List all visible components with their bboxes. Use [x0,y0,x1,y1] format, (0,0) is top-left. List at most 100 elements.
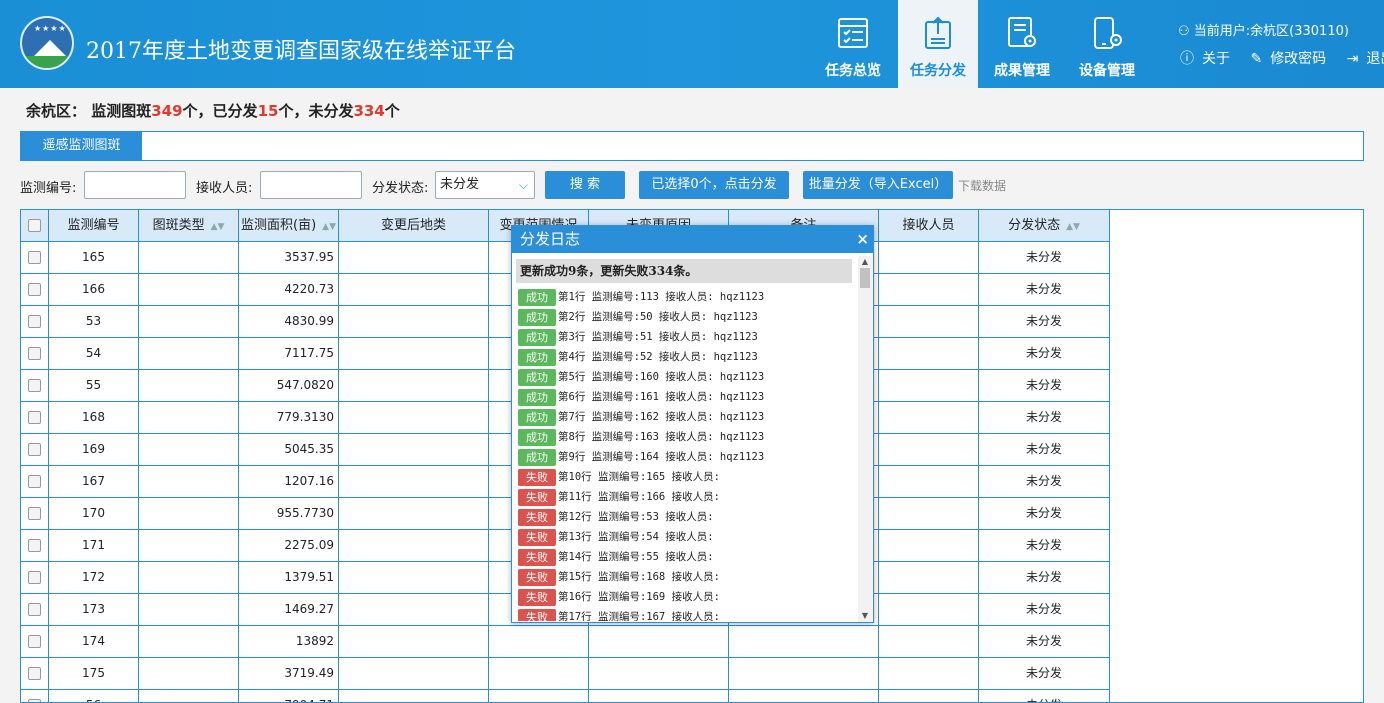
dialog-scrollbar[interactable]: ▲ ▼ [858,256,872,622]
cell-area: 7904.71 [239,690,339,702]
cell-empty [139,370,239,402]
cell-empty [339,370,489,402]
cell-empty [879,658,979,690]
dialog-header: 分发日志 × [512,226,873,253]
cell-empty [139,562,239,594]
row-checkbox[interactable] [28,603,41,616]
sort-icon: ▲▼ [322,222,336,232]
row-checkbox[interactable] [28,699,41,702]
cell-empty [729,658,879,690]
cell-empty [879,242,979,274]
log-text: 第6行 监测编号:161 接收人员: hqz1123 [558,391,765,403]
nav-label: 任务总览 [825,63,881,79]
col-patch-type[interactable]: 图斑类型 ▲▼ [139,210,239,242]
row-select-cell [21,370,49,402]
success-badge: 成功 [518,288,556,306]
result-manage-icon [1008,17,1036,47]
row-select-cell [21,338,49,370]
nav-device-manage[interactable]: 设备管理 [1067,0,1147,88]
undispatched-count: 334 [353,102,385,120]
row-checkbox[interactable] [28,507,41,520]
change-password-link[interactable]: ✎ 修改密码 [1250,51,1334,67]
receiver-input[interactable] [260,171,362,199]
search-button[interactable]: 搜 索 [545,171,625,199]
row-checkbox[interactable] [28,379,41,392]
cell-empty [139,242,239,274]
sort-icon: ▲▼ [1066,222,1080,232]
cell-monitor-no: 170 [49,498,139,530]
cell-area: 3537.95 [239,242,339,274]
scroll-up-icon[interactable]: ▲ [858,256,872,268]
cell-monitor-no: 54 [49,338,139,370]
cell-empty [339,658,489,690]
logout-link[interactable]: ⇥退出 [1347,51,1384,67]
log-item: 成功 第4行 监测编号:52 接收人员: hqz1123 [518,347,758,367]
nav-task-overview[interactable]: 任务总览 [813,0,893,88]
cell-empty [339,434,489,466]
cell-monitor-no: 175 [49,658,139,690]
cell-empty [139,658,239,690]
tab-remote-sensing[interactable]: 遥感监测图斑 [21,132,142,160]
cell-empty [879,498,979,530]
row-checkbox[interactable] [28,475,41,488]
cell-empty [879,338,979,370]
dispatch-button[interactable]: 已选择0个，点击分发 [639,171,789,199]
nav-task-distribute[interactable]: 任务分发 [898,0,978,88]
batch-dispatch-button[interactable]: 批量分发（导入Excel） [803,171,953,199]
current-user-text: 当前用户:余杭区(330110) [1193,24,1349,39]
col-receiver[interactable]: 接收人员 [879,210,979,242]
success-badge: 成功 [518,408,556,426]
col-new-landtype[interactable]: 变更后地类 [339,210,489,242]
row-checkbox[interactable] [28,251,41,264]
col-area[interactable]: 监测面积(亩) ▲▼ [239,210,339,242]
row-checkbox[interactable] [28,315,41,328]
cell-status: 未分发 [979,338,1110,370]
fail-badge: 失败 [518,568,556,586]
row-checkbox[interactable] [28,283,41,296]
monitor-no-input[interactable] [84,171,186,199]
cell-empty [729,626,879,658]
row-select-cell [21,242,49,274]
col-monitor-no[interactable]: 监测编号 [49,210,139,242]
download-data-link[interactable]: 下载数据 [958,177,1006,194]
row-checkbox[interactable] [28,411,41,424]
row-checkbox[interactable] [28,571,41,584]
log-item: 成功 第5行 监测编号:160 接收人员: hqz1123 [518,367,764,387]
cell-empty [879,370,979,402]
table-row[interactable]: 174 13892 未分发 [21,626,1110,658]
row-select-cell [21,466,49,498]
log-item: 失败 第15行 监测编号:168 接收人员: [518,567,720,587]
log-text: 第8行 监测编号:163 接收人员: hqz1123 [558,431,765,443]
select-all-checkbox[interactable] [28,219,41,232]
log-text: 第2行 监测编号:50 接收人员: hqz1123 [558,311,758,323]
cell-monitor-no: 171 [49,530,139,562]
cell-status: 未分发 [979,690,1110,702]
nav-result-manage[interactable]: 成果管理 [982,0,1062,88]
cell-empty [339,690,489,702]
logout-icon: ⇥ [1346,51,1359,67]
header-select-all[interactable] [21,210,49,242]
row-select-cell [21,530,49,562]
status-select[interactable]: 未分发 ⌵ [435,171,535,199]
row-select-cell [21,626,49,658]
row-checkbox[interactable] [28,347,41,360]
cell-empty [139,690,239,702]
row-checkbox[interactable] [28,667,41,680]
table-row[interactable]: 56 7904.71 未分发 [21,690,1110,702]
row-checkbox[interactable] [28,539,41,552]
cell-area: 547.0820 [239,370,339,402]
col-status[interactable]: 分发状态 ▲▼ [979,210,1110,242]
row-checkbox[interactable] [28,443,41,456]
cell-empty [139,306,239,338]
scroll-down-icon[interactable]: ▼ [858,610,872,622]
cell-status: 未分发 [979,626,1110,658]
scroll-thumb[interactable] [860,268,870,288]
cell-empty [879,594,979,626]
cell-monitor-no: 55 [49,370,139,402]
close-icon[interactable]: × [856,226,869,253]
cell-monitor-no: 172 [49,562,139,594]
about-link[interactable]: ⓘ 关于 [1180,51,1238,67]
app-title: 2017年度土地变更调查国家级在线举证平台 [86,39,516,64]
row-checkbox[interactable] [28,635,41,648]
table-row[interactable]: 175 3719.49 未分发 [21,658,1110,690]
